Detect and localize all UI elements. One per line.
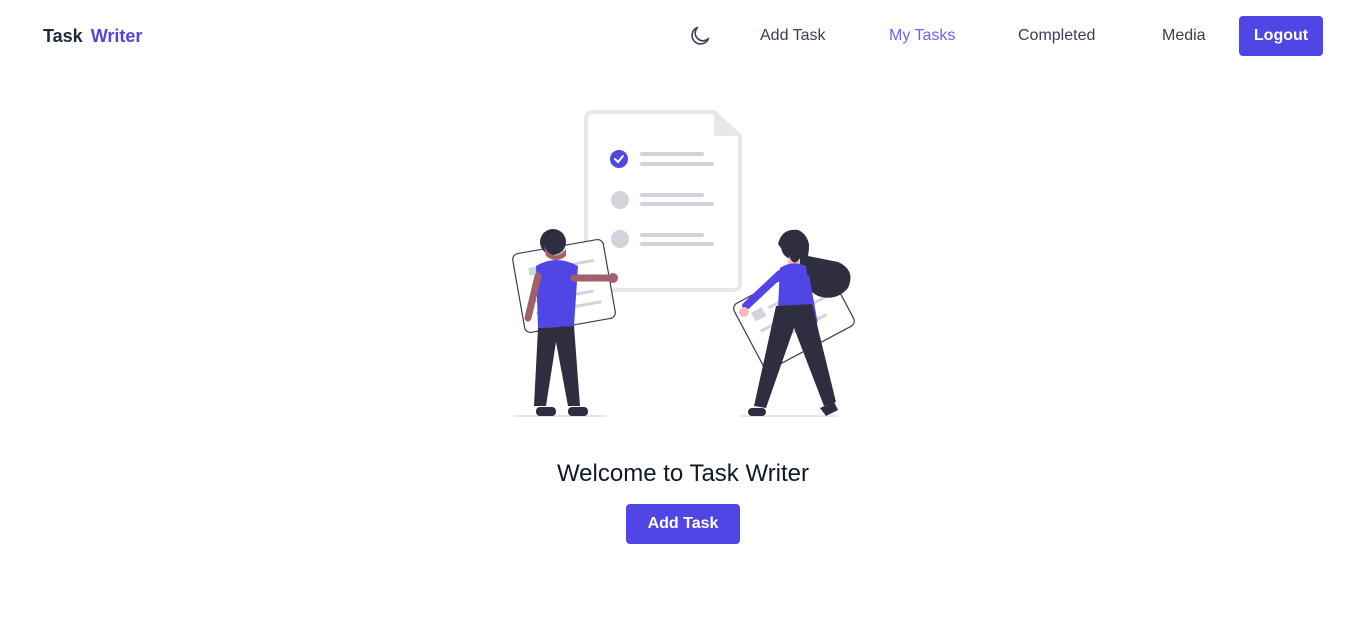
logout-button[interactable]: Logout <box>1239 16 1323 56</box>
task-checklist-illustration <box>508 106 858 421</box>
moon-icon[interactable] <box>688 24 712 48</box>
nav-my-tasks[interactable]: My Tasks <box>889 27 955 45</box>
brand-logo[interactable]: Task Writer <box>43 26 142 47</box>
nav-add-task[interactable]: Add Task <box>760 27 826 45</box>
brand-writer: Writer <box>90 26 143 46</box>
nav-completed[interactable]: Completed <box>1018 27 1095 45</box>
welcome-heading: Welcome to Task Writer <box>556 460 810 487</box>
add-task-button[interactable]: Add Task <box>626 504 740 544</box>
brand-task: Task <box>43 26 83 46</box>
nav-media[interactable]: Media <box>1162 27 1206 45</box>
navbar: Task Writer Add Task My Tasks Completed … <box>0 0 1366 72</box>
